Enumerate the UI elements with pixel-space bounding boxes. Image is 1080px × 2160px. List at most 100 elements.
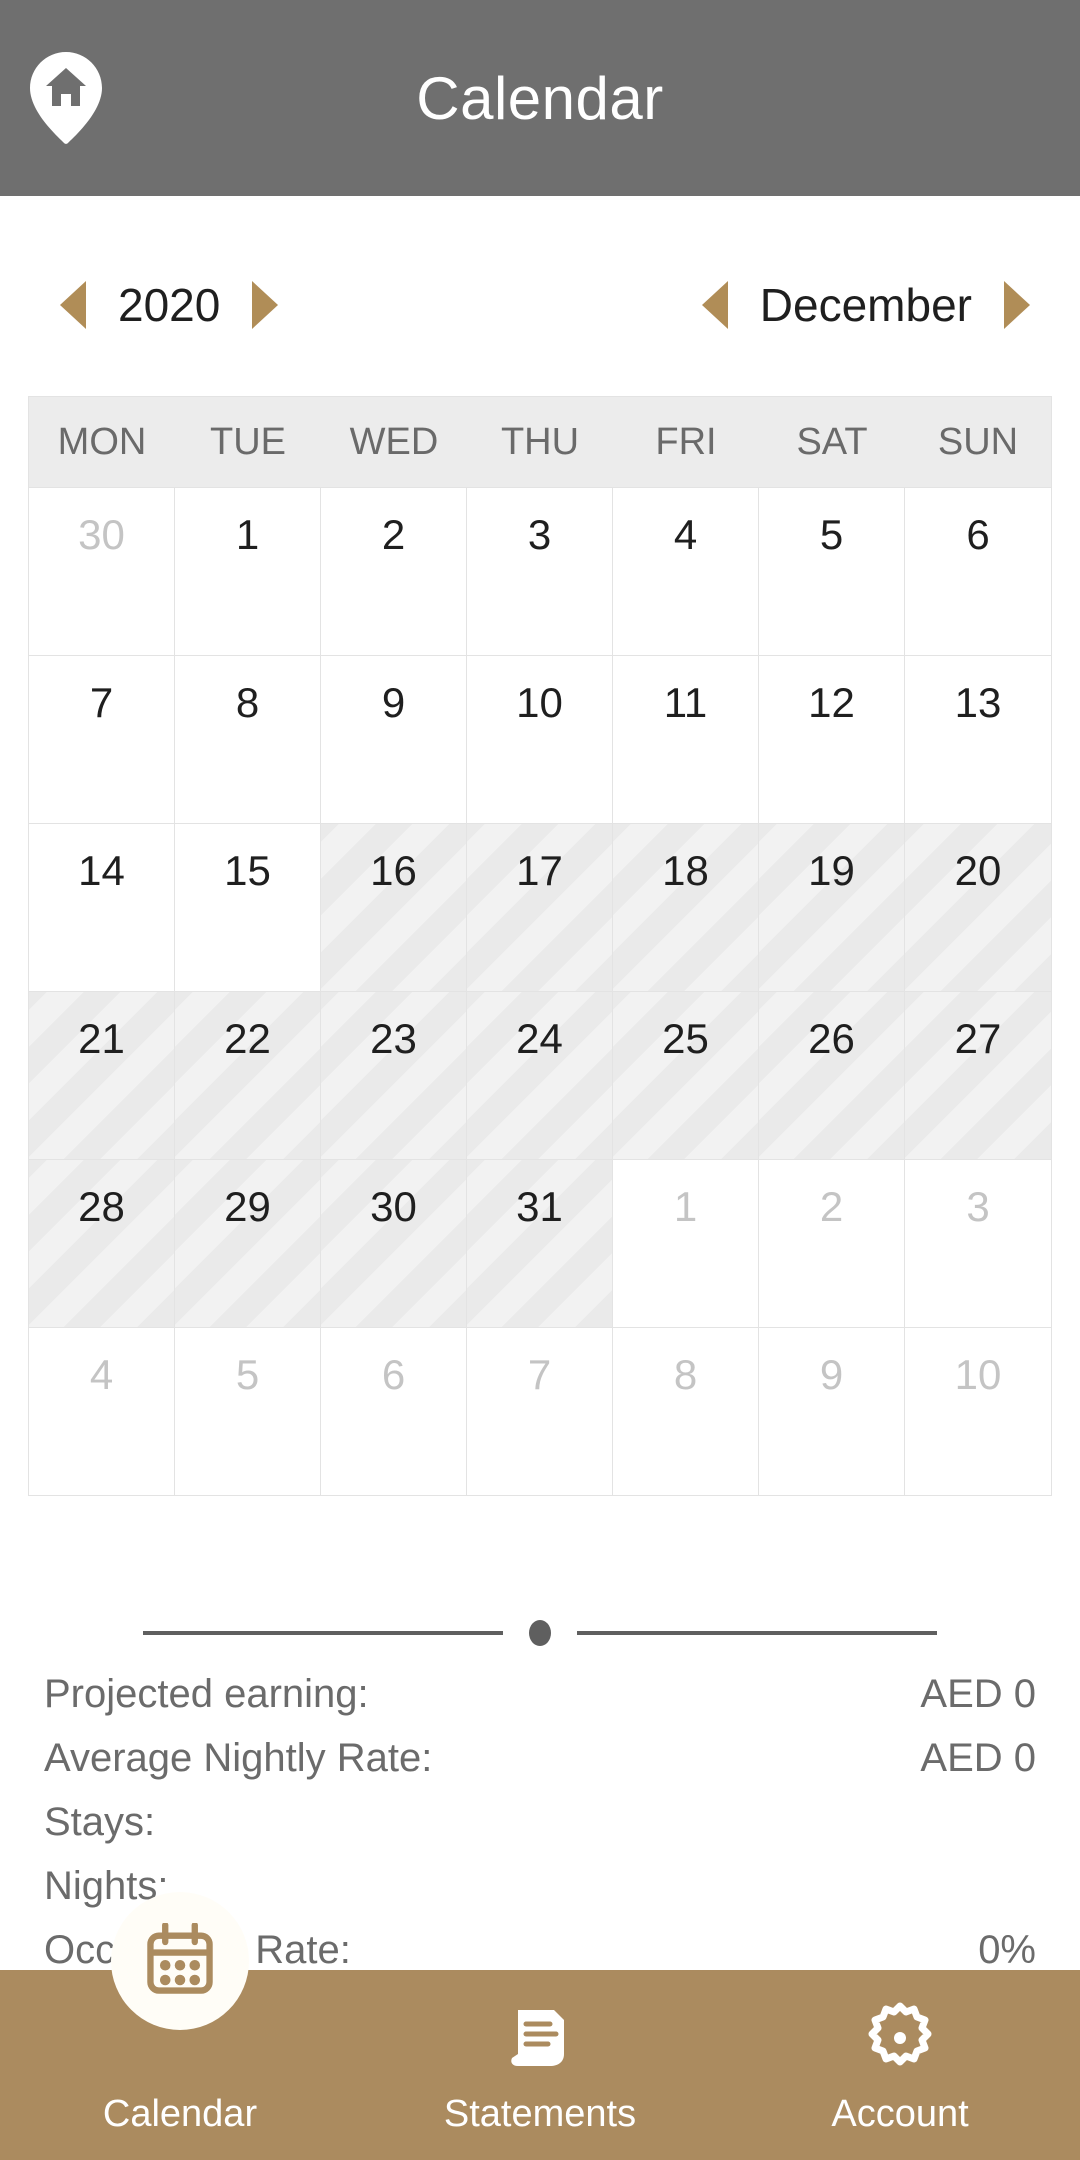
calendar-day-cell[interactable]: 11 (613, 655, 759, 823)
nav-label-statements: Statements (443, 2093, 637, 2135)
calendar-day-cell[interactable]: 2 (759, 1159, 905, 1327)
month-prev-button[interactable] (694, 277, 736, 333)
calendar-day-number: 29 (224, 1183, 271, 1230)
weekday-header-row: MON TUE WED THU FRI SAT SUN (29, 397, 1051, 487)
calendar-day-cell[interactable]: 24 (467, 991, 613, 1159)
calendar-day-cell[interactable]: 25 (613, 991, 759, 1159)
year-prev-button[interactable] (52, 277, 94, 333)
nav-item-calendar[interactable]: Calendar (0, 1892, 360, 2160)
weekday-label: MON (57, 420, 147, 463)
calendar-day-cell[interactable]: 1 (175, 487, 321, 655)
calendar-day-cell[interactable]: 1 (613, 1159, 759, 1327)
calendar-day-number: 25 (662, 1015, 709, 1062)
calendar-week-row: 30 1 2 3 4 5 6 (29, 487, 1051, 655)
calendar-day-number: 31 (516, 1183, 563, 1230)
calendar-day-cell[interactable]: 9 (321, 655, 467, 823)
nav-item-statements[interactable]: Statements (360, 1970, 720, 2160)
summary-label: Average Nightly Rate: (44, 1736, 433, 1780)
calendar-day-number: 10 (954, 1351, 1002, 1398)
calendar-week-row: 21 22 23 24 25 26 27 (29, 991, 1051, 1159)
summary-value: AED 0 (920, 1672, 1036, 1716)
app-header: Calendar (0, 0, 1080, 196)
month-next-button[interactable] (996, 277, 1038, 333)
calendar-grid: MON TUE WED THU FRI SAT SUN 30 1 2 3 4 5 6 7 8 9 10 11 12 1… (28, 396, 1052, 1496)
triangle-right-icon (252, 281, 279, 329)
calendar-day-number: 4 (89, 1351, 114, 1398)
calendar-icon (111, 1892, 249, 2030)
divider-line-left (143, 1631, 503, 1635)
calendar-day-number: 7 (89, 679, 114, 726)
calendar-day-cell[interactable]: 7 (467, 1327, 613, 1495)
nav-item-account[interactable]: Account (720, 1970, 1080, 2160)
calendar-day-cell[interactable]: 14 (29, 823, 175, 991)
calendar-day-number: 10 (516, 679, 563, 726)
calendar-day-cell[interactable]: 10 (467, 655, 613, 823)
calendar-day-cell[interactable]: 4 (613, 487, 759, 655)
calendar-day-number: 7 (527, 1351, 552, 1398)
calendar-day-number: 3 (527, 511, 552, 558)
calendar-day-cell[interactable]: 7 (29, 655, 175, 823)
calendar-day-number: 27 (954, 1015, 1002, 1062)
calendar-day-number: 6 (966, 511, 990, 558)
calendar-day-cell[interactable]: 10 (905, 1327, 1051, 1495)
calendar-day-number: 1 (235, 511, 260, 558)
calendar-day-cell[interactable]: 16 (321, 823, 467, 991)
calendar-day-cell[interactable]: 22 (175, 991, 321, 1159)
calendar-week-row: 4 5 6 7 8 9 10 (29, 1327, 1051, 1495)
calendar-day-cell[interactable]: 12 (759, 655, 905, 823)
calendar-day-cell[interactable]: 27 (905, 991, 1051, 1159)
calendar-day-number: 23 (370, 1015, 417, 1062)
home-pin-icon[interactable] (30, 52, 102, 144)
calendar-day-cell[interactable]: 31 (467, 1159, 613, 1327)
calendar-day-cell[interactable]: 17 (467, 823, 613, 991)
calendar-day-cell[interactable]: 20 (905, 823, 1051, 991)
calendar-day-cell[interactable]: 5 (175, 1327, 321, 1495)
calendar-week-row: 7 8 9 10 11 12 13 (29, 655, 1051, 823)
calendar-day-number: 14 (78, 847, 125, 894)
calendar-day-number: 16 (370, 847, 417, 894)
weekday-label: SAT (796, 420, 868, 463)
calendar-day-cell[interactable]: 3 (467, 487, 613, 655)
calendar-day-number: 6 (381, 1351, 406, 1398)
calendar-day-cell[interactable]: 3 (905, 1159, 1051, 1327)
calendar-day-cell[interactable]: 21 (29, 991, 175, 1159)
calendar-day-cell[interactable]: 13 (905, 655, 1051, 823)
calendar-day-cell[interactable]: 28 (29, 1159, 175, 1327)
bottom-navigation: Calendar Statements Account (0, 1892, 1080, 2160)
summary-row: Stays: (44, 1800, 1036, 1864)
month-value: December (759, 279, 972, 331)
calendar-day-cell[interactable]: 19 (759, 823, 905, 991)
calendar-day-number: 8 (235, 679, 260, 726)
calendar-day-cell[interactable]: 2 (321, 487, 467, 655)
calendar-day-number: 5 (235, 1351, 260, 1398)
calendar-day-number: 30 (370, 1183, 417, 1230)
calendar-day-cell[interactable]: 8 (613, 1327, 759, 1495)
summary-label: Stays: (44, 1800, 156, 1844)
calendar-day-cell[interactable]: 29 (175, 1159, 321, 1327)
calendar-day-number: 30 (78, 511, 125, 558)
calendar-day-cell[interactable]: 5 (759, 487, 905, 655)
calendar-day-number: 12 (808, 679, 855, 726)
calendar-day-cell[interactable]: 4 (29, 1327, 175, 1495)
calendar-day-cell[interactable]: 8 (175, 655, 321, 823)
calendar-day-cell[interactable]: 6 (321, 1327, 467, 1495)
calendar-day-cell[interactable]: 18 (613, 823, 759, 991)
calendar-day-cell[interactable]: 23 (321, 991, 467, 1159)
calendar-day-cell[interactable]: 15 (175, 823, 321, 991)
calendar-day-number: 5 (819, 511, 844, 558)
calendar-day-cell[interactable]: 30 (321, 1159, 467, 1327)
calendar-day-cell[interactable]: 6 (905, 487, 1051, 655)
year-next-button[interactable] (244, 277, 286, 333)
calendar-day-number: 11 (663, 679, 708, 726)
calendar-day-number: 2 (819, 1183, 844, 1230)
summary-row: Average Nightly Rate: AED 0 (44, 1736, 1036, 1800)
summary-value: 0% (978, 1928, 1036, 1972)
triangle-right-icon (1004, 281, 1030, 329)
calendar-day-cell[interactable]: 30 (29, 487, 175, 655)
calendar-day-cell[interactable]: 26 (759, 991, 905, 1159)
calendar-day-number: 1 (673, 1183, 698, 1230)
calendar-day-number: 17 (516, 847, 563, 894)
calendar-day-number: 9 (819, 1351, 844, 1398)
calendar-day-cell[interactable]: 9 (759, 1327, 905, 1495)
calendar-day-number: 3 (966, 1183, 990, 1230)
